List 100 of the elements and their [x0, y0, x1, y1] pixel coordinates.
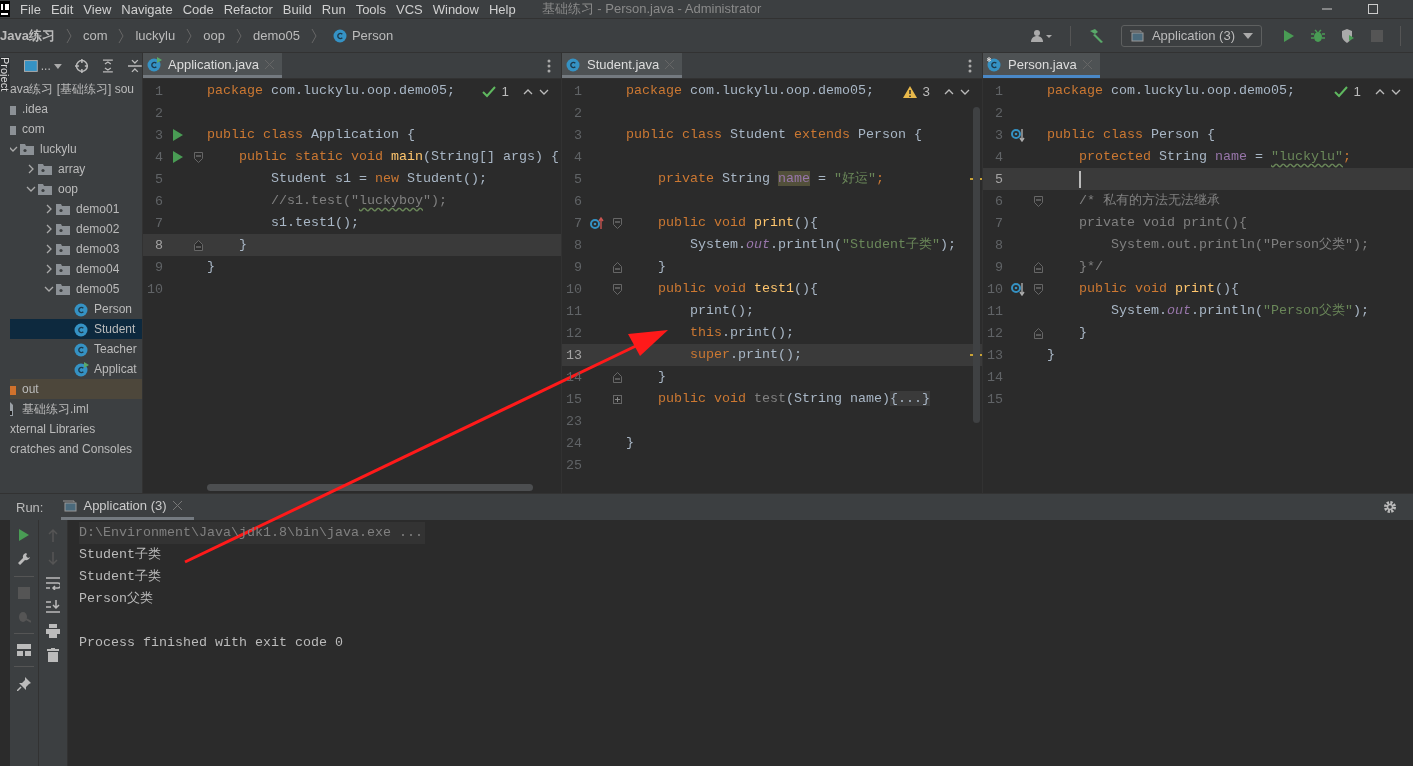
coverage-icon[interactable]	[1341, 28, 1355, 43]
chevron-down-icon[interactable]	[10, 144, 18, 154]
view-selector[interactable]: ...	[40, 59, 51, 73]
down-caret-icon[interactable]	[539, 88, 549, 95]
up-caret-icon[interactable]	[523, 88, 533, 95]
run-icon[interactable]	[1283, 28, 1295, 43]
debug-icon[interactable]	[1311, 28, 1325, 43]
tree-item[interactable]: luckylu	[10, 139, 142, 159]
chevron-down-icon[interactable]	[26, 184, 36, 194]
run-icon[interactable]	[173, 129, 183, 141]
tree-item[interactable]: demo05	[10, 279, 142, 299]
subclassed-icon[interactable]	[1011, 128, 1025, 142]
breadcrumb-item[interactable]: demo05	[252, 28, 300, 43]
rerun-icon[interactable]	[18, 528, 30, 542]
fold-icon[interactable]	[193, 151, 203, 163]
fold-icon[interactable]	[612, 371, 622, 383]
menu-item[interactable]: Build	[282, 1, 312, 17]
fold-icon[interactable]	[1033, 261, 1043, 273]
editor-tab[interactable]: Person.java	[983, 53, 1100, 78]
tree-item[interactable]: .idea	[10, 99, 142, 119]
collapse-all-icon[interactable]	[128, 59, 142, 73]
more-icon[interactable]	[547, 58, 551, 73]
line-number: 7	[154, 215, 164, 231]
breadcrumb-item[interactable]: Java练习	[0, 26, 55, 45]
fold-icon[interactable]	[1033, 327, 1043, 339]
menu-item[interactable]: Edit	[50, 1, 74, 17]
wrench-icon[interactable]	[17, 552, 31, 566]
check-icon[interactable]	[1333, 85, 1348, 98]
tree-item[interactable]: out	[10, 379, 142, 399]
pin-icon[interactable]	[17, 677, 31, 691]
tree-item[interactable]: cratches and Consoles	[10, 439, 142, 459]
menu-item[interactable]: VCS	[396, 1, 423, 17]
down-caret-icon[interactable]	[960, 88, 970, 95]
scrollbar-thumb[interactable]	[207, 484, 533, 491]
tree-item[interactable]: demo02	[10, 219, 142, 239]
chevron-right-icon[interactable]	[44, 244, 54, 254]
scroll-to-end-icon[interactable]	[46, 600, 60, 614]
fold-icon[interactable]	[193, 239, 203, 251]
fold-icon[interactable]	[1033, 195, 1043, 207]
caret-icon[interactable]	[53, 63, 62, 69]
tree-item[interactable]: xternal Libraries	[10, 419, 142, 439]
soft-wrap-icon[interactable]	[46, 576, 60, 590]
editor-tab[interactable]: Student.java	[562, 53, 683, 78]
menu-item[interactable]: Help	[488, 1, 516, 17]
more-icon[interactable]	[968, 58, 972, 73]
up-caret-icon[interactable]	[944, 88, 954, 95]
tree-item[interactable]: com	[10, 119, 142, 139]
menu-item[interactable]: Code	[182, 1, 214, 17]
layout-icon[interactable]	[17, 644, 31, 656]
expand-fold-icon[interactable]	[612, 394, 622, 404]
tree-item[interactable]: demo01	[10, 199, 142, 219]
code-line: protected String name = "luckylu";	[1078, 148, 1351, 166]
breadcrumb-item[interactable]: com	[82, 28, 108, 43]
scrollbar-thumb[interactable]	[973, 107, 980, 423]
tree-item[interactable]: Student	[10, 319, 142, 339]
chevron-right-icon[interactable]	[44, 204, 54, 214]
up-caret-icon[interactable]	[1375, 88, 1385, 95]
menu-item[interactable]: Run	[321, 1, 346, 17]
maximize-icon[interactable]	[1367, 3, 1379, 15]
chevron-right-icon[interactable]	[26, 164, 36, 174]
breadcrumb-item[interactable]: oop	[203, 28, 225, 43]
settings-icon[interactable]	[1383, 500, 1397, 514]
trash-icon[interactable]	[47, 648, 59, 662]
overrides-icon[interactable]	[590, 216, 604, 230]
run-icon[interactable]	[173, 151, 183, 163]
check-icon[interactable]	[481, 85, 496, 98]
fold-icon[interactable]	[612, 217, 622, 229]
down-caret-icon[interactable]	[1391, 88, 1401, 95]
locate-icon[interactable]	[74, 59, 89, 73]
print-icon[interactable]	[46, 624, 60, 638]
tree-item[interactable]: 基础练习.iml	[10, 399, 142, 419]
fold-icon[interactable]	[612, 283, 622, 295]
tree-item[interactable]: demo03	[10, 239, 142, 259]
menu-item[interactable]: Tools	[355, 1, 386, 17]
breadcrumb-item[interactable]: Person	[351, 28, 394, 43]
menu-item[interactable]: Refactor	[223, 1, 273, 17]
chevron-down-icon[interactable]	[44, 284, 54, 294]
chevron-right-icon[interactable]	[44, 224, 54, 234]
menu-item[interactable]: File	[20, 1, 41, 17]
chevron-right-icon[interactable]	[44, 264, 54, 274]
tree-item[interactable]: Applicat	[10, 359, 142, 379]
close-icon[interactable]	[172, 501, 182, 510]
user-icon[interactable]	[1030, 28, 1053, 43]
breadcrumb-item[interactable]: luckylu	[135, 28, 176, 43]
tree-item[interactable]: Person	[10, 299, 142, 319]
tree-item[interactable]: ava练习 [基础练习] sou	[10, 79, 142, 99]
tree-item[interactable]: oop	[10, 179, 142, 199]
tree-item[interactable]: demo04	[10, 259, 142, 279]
fold-icon[interactable]	[612, 261, 622, 273]
warning-icon[interactable]	[902, 85, 917, 98]
expand-all-icon[interactable]	[101, 59, 116, 73]
menu-item[interactable]: Window	[432, 1, 479, 17]
editor-tab[interactable]: Application.java	[143, 53, 283, 78]
tree-item[interactable]: Teacher	[10, 339, 142, 359]
menu-item[interactable]: Navigate	[121, 1, 173, 17]
menu-item[interactable]: View	[83, 1, 112, 17]
subclassed-icon[interactable]	[1011, 282, 1025, 296]
fold-icon[interactable]	[1033, 283, 1043, 295]
tree-item[interactable]: array	[10, 159, 142, 179]
run-configuration-dropdown[interactable]: Application (3)	[1120, 24, 1262, 47]
